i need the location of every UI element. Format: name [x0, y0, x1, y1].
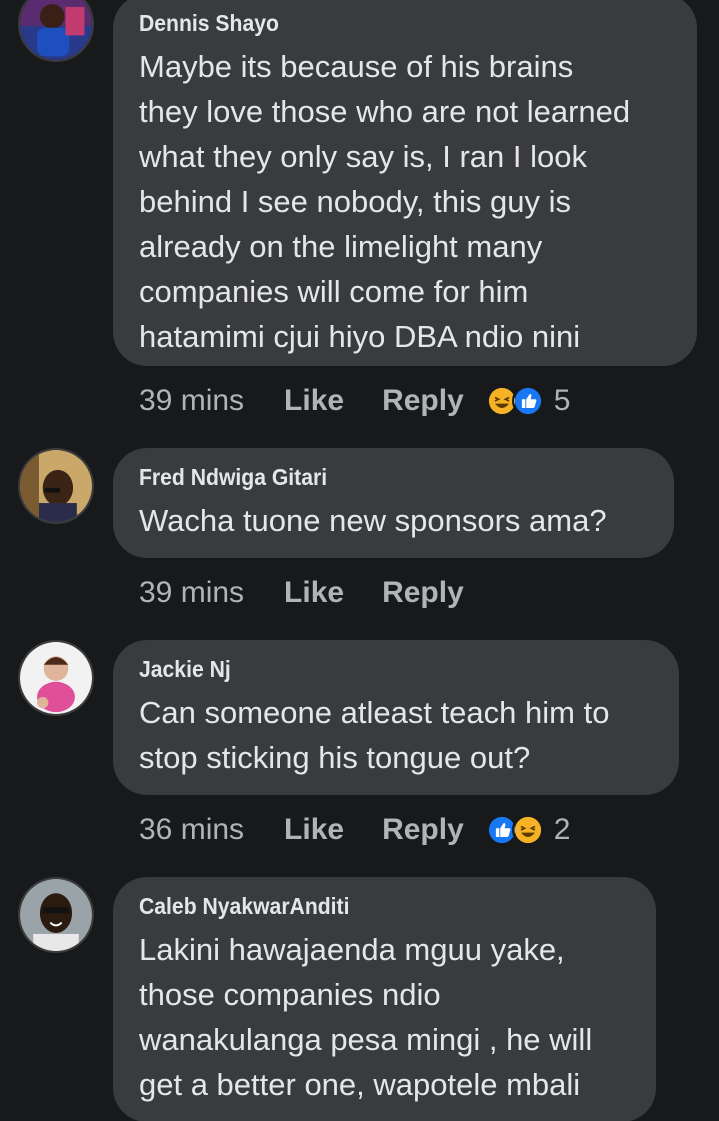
comment-author[interactable]: Caleb NyakwarAnditi: [139, 891, 591, 921]
comment-text: Can someone atleast teach him to stop st…: [139, 695, 610, 775]
reply-button[interactable]: Reply: [382, 576, 464, 610]
reaction-summary[interactable]: 5: [485, 384, 571, 418]
comment-author[interactable]: Jackie Nj: [139, 654, 612, 684]
comment-text: Maybe its because of his brains they lov…: [139, 49, 631, 354]
like-icon: [511, 385, 544, 417]
avatar[interactable]: [18, 448, 94, 524]
reaction-summary[interactable]: 2: [485, 813, 571, 847]
comment-timestamp[interactable]: 39 mins: [139, 384, 244, 418]
reaction-count: 2: [553, 813, 571, 846]
like-button[interactable]: Like: [284, 813, 344, 847]
haha-icon: [511, 814, 544, 846]
comment-bubble: Jackie Nj Can someone atleast teach him …: [113, 640, 679, 795]
comment-text: Lakini hawajaenda mguu yake, those compa…: [139, 932, 593, 1102]
comment-author[interactable]: Fred Ndwiga Gitari: [139, 462, 607, 492]
comment-text: Wacha tuone new sponsors ama?: [139, 503, 607, 538]
comment-actions: 39 mins Like Reply: [139, 573, 486, 613]
comment-bubble: Caleb NyakwarAnditi Lakini hawajaenda mg…: [113, 877, 656, 1121]
comment-timestamp[interactable]: 36 mins: [139, 813, 244, 847]
avatar[interactable]: [18, 640, 94, 716]
like-button[interactable]: Like: [284, 384, 344, 418]
comment-bubble: Fred Ndwiga Gitari Wacha tuone new spons…: [113, 448, 674, 558]
avatar[interactable]: [18, 877, 94, 953]
like-button[interactable]: Like: [284, 576, 344, 610]
avatar[interactable]: [18, 0, 94, 62]
reaction-count: 5: [553, 384, 571, 417]
reply-button[interactable]: Reply: [382, 813, 464, 847]
comment-bubble: Dennis Shayo Maybe its because of his br…: [113, 0, 697, 366]
comment-author[interactable]: Dennis Shayo: [139, 8, 628, 38]
comment-timestamp[interactable]: 39 mins: [139, 576, 244, 610]
reply-button[interactable]: Reply: [382, 384, 464, 418]
comment-actions: 39 mins Like Reply 5: [139, 381, 570, 421]
comment-actions: 36 mins Like Reply 2: [139, 810, 570, 850]
